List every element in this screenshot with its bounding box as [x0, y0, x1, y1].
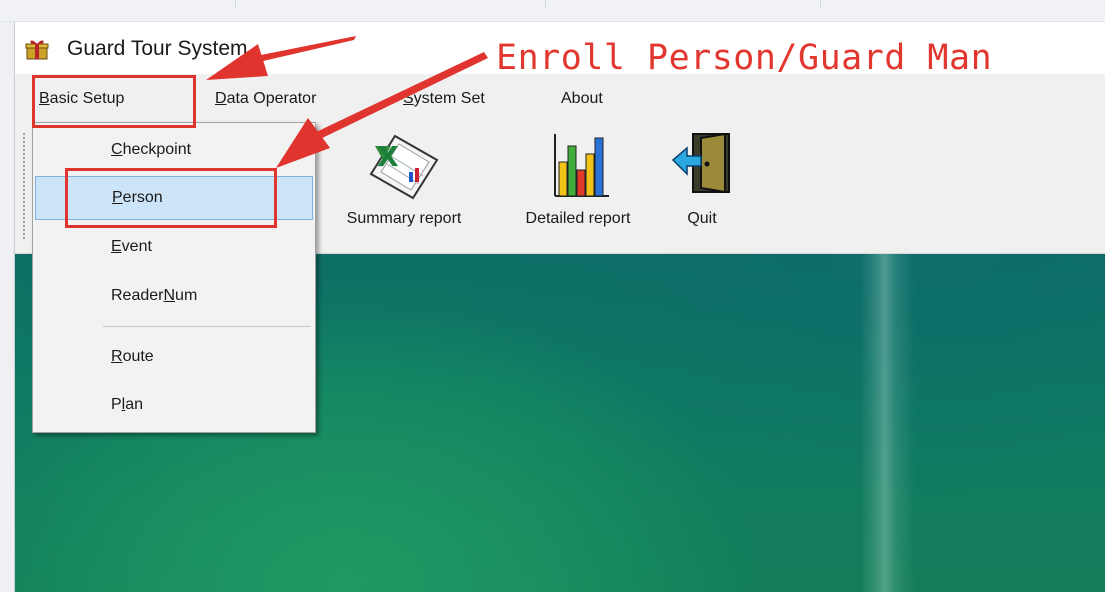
menu-item-route[interactable]: Route — [33, 336, 315, 380]
menu-item-label: ReaderNum — [111, 287, 198, 304]
summary-report-label: Summary report — [346, 210, 462, 227]
menu-item-checkpoint[interactable]: Checkpoint — [33, 129, 315, 173]
menu-item-label: Checkpoint — [111, 141, 192, 158]
top-strip — [0, 0, 1105, 22]
gift-box-icon — [25, 40, 49, 60]
menu-item-label: Plan — [111, 396, 144, 413]
detailed-report-label: Detailed report — [525, 210, 631, 227]
menu-system-set[interactable]: System Set — [403, 90, 485, 108]
highlight-box-basic-setup — [32, 75, 196, 128]
menu-about[interactable]: About — [561, 90, 603, 108]
menu-item-plan[interactable]: Plan — [33, 384, 315, 428]
menu-item-event[interactable]: Event — [33, 226, 315, 270]
svg-text:X: X — [377, 140, 399, 173]
detailed-report-button[interactable]: Detailed report — [489, 126, 667, 254]
annotation-text: Enroll Person/Guard Man — [496, 38, 993, 78]
quit-label: Quit — [687, 210, 717, 227]
menu-item-readernum[interactable]: ReaderNum — [33, 275, 315, 319]
summary-report-button[interactable]: X Summary report — [319, 126, 489, 254]
strip-divider — [545, 0, 546, 8]
bar-chart-icon — [554, 134, 609, 197]
quit-button[interactable]: Quit — [671, 126, 733, 254]
excel-report-icon: X — [369, 134, 439, 200]
highlight-box-person — [65, 168, 277, 228]
menu-item-label: Route — [111, 348, 154, 365]
menu-separator — [103, 326, 311, 327]
exit-door-icon — [671, 132, 730, 194]
menu-item-label: Event — [111, 238, 152, 255]
menu-data-operator[interactable]: Data Operator — [215, 90, 316, 108]
strip-divider — [235, 0, 236, 8]
strip-divider — [820, 0, 821, 8]
window-title: Guard Tour System — [67, 37, 248, 60]
toolbar-grip[interactable] — [22, 132, 26, 240]
